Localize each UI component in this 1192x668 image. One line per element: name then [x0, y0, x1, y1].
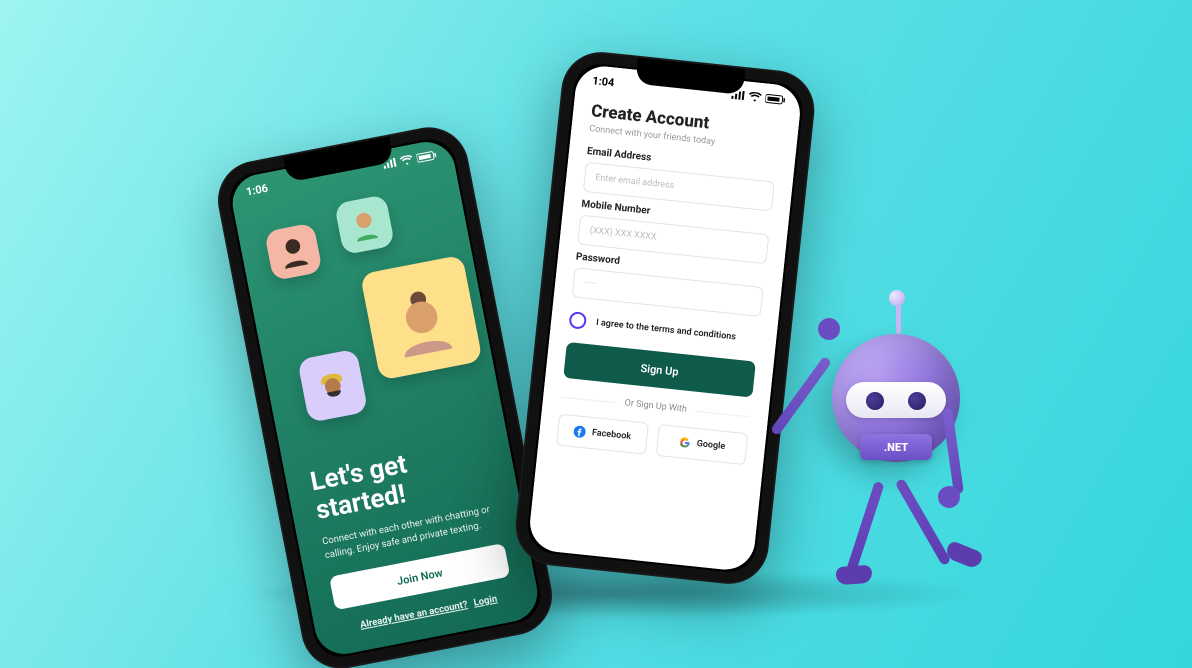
terms-checkbox[interactable]: [568, 311, 587, 330]
avatar-1: [264, 222, 323, 281]
facebook-icon: [573, 425, 586, 438]
avatar-3: [360, 255, 483, 381]
status-icons: [730, 90, 786, 106]
phone-signup-form: 1:04 Create Account Connect with your fr…: [512, 48, 819, 588]
robot-mascot: .NET: [800, 290, 1000, 590]
google-icon: [678, 436, 691, 449]
facebook-button[interactable]: Facebook: [556, 413, 649, 454]
terms-label: I agree to the terms and conditions: [596, 317, 737, 342]
google-button[interactable]: Google: [656, 424, 749, 465]
robot-belt-label: .NET: [860, 434, 932, 460]
avatar-2: [334, 194, 395, 255]
status-time: 1:06: [245, 181, 269, 198]
onboard-login-link[interactable]: Login: [473, 593, 498, 608]
status-time: 1:04: [592, 74, 615, 89]
signup-button[interactable]: Sign Up: [563, 342, 756, 398]
avatar-4: [297, 349, 368, 423]
